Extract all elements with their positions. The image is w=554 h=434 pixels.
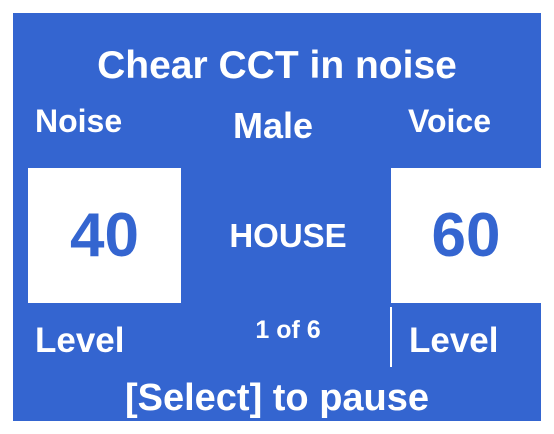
trial-counter: 1 of 6 [255,316,321,344]
column-divider [390,307,392,367]
noise-heading: Noise [35,103,123,139]
pause-instruction: [Select] to pause [124,377,430,419]
screen-title: Chear CCT in noise [97,44,457,87]
talker-heading: Male [233,105,314,146]
noise-level-label: Level [35,321,125,360]
voice-level-label: Level [409,321,499,360]
current-word: HOUSE [229,217,347,254]
test-screen-panel: Chear CCT in noise Noise Male Voice 40 H… [13,13,541,421]
noise-level-value: 40 [70,200,139,270]
voice-level-box: 60 [391,168,541,303]
voice-level-value: 60 [431,200,501,270]
noise-level-box: 40 [28,168,181,303]
voice-heading: Voice [408,103,491,139]
